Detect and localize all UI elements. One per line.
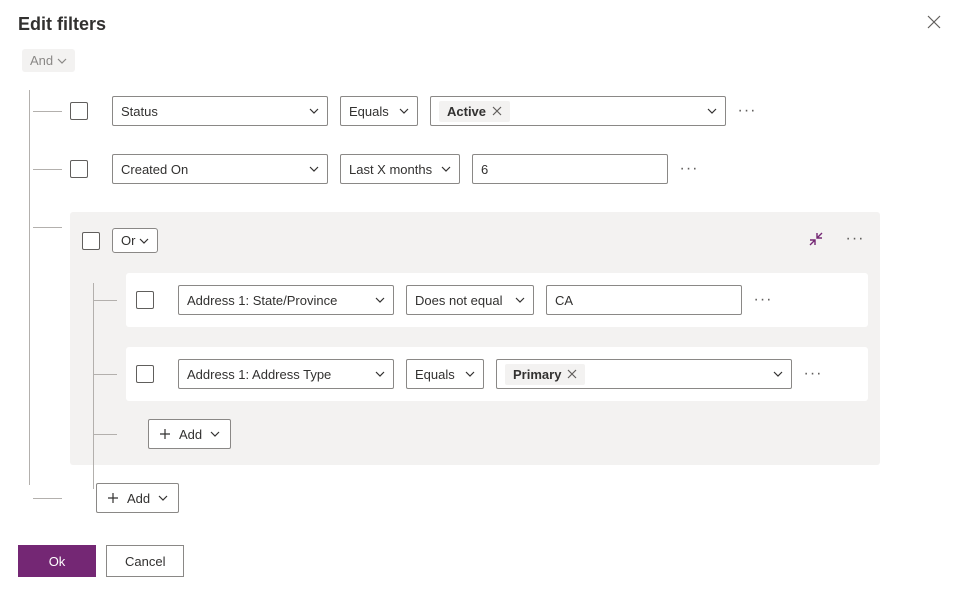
chevron-down-icon: [465, 369, 475, 379]
root-add-row: Add: [22, 483, 944, 513]
plus-icon: [159, 428, 171, 440]
ellipsis-icon: ···: [846, 231, 865, 247]
chip-remove-icon[interactable]: [567, 369, 577, 379]
field-dropdown[interactable]: Status: [112, 96, 328, 126]
tree-elbow: [93, 285, 123, 315]
group-or-label: Or: [121, 233, 135, 248]
ellipsis-icon: ···: [738, 103, 757, 119]
field-label: Created On: [121, 162, 188, 177]
chevron-down-icon: [441, 164, 451, 174]
dialog-title: Edit filters: [18, 14, 944, 35]
operator-dropdown[interactable]: Last X months: [340, 154, 460, 184]
operator-dropdown[interactable]: Equals: [406, 359, 484, 389]
field-label: Status: [121, 104, 158, 119]
collapse-icon[interactable]: [808, 231, 824, 247]
chip-remove-icon[interactable]: [492, 106, 502, 116]
value-text: CA: [555, 293, 573, 308]
field-dropdown[interactable]: Address 1: State/Province: [178, 285, 394, 315]
row-checkbox[interactable]: [136, 291, 154, 309]
ellipsis-icon: ···: [680, 161, 699, 177]
ellipsis-icon: ···: [754, 292, 773, 308]
chevron-down-icon: [707, 106, 717, 116]
chevron-down-icon: [399, 106, 409, 116]
group-rows: Address 1: State/Province Does not equal: [126, 273, 868, 449]
condition-row: Created On Last X months 6 ···: [22, 154, 944, 184]
root-add-label: Add: [127, 491, 150, 506]
chevron-down-icon: [309, 164, 319, 174]
group-more-menu[interactable]: ···: [842, 226, 868, 252]
row-checkbox[interactable]: [70, 160, 88, 178]
root-and-operator[interactable]: And: [22, 49, 75, 72]
operator-dropdown[interactable]: Equals: [340, 96, 418, 126]
value-chip: Primary: [505, 364, 585, 385]
row-more-menu[interactable]: ···: [800, 361, 826, 387]
row-more-menu[interactable]: ···: [750, 287, 776, 313]
cancel-button[interactable]: Cancel: [106, 545, 184, 577]
root-add-button[interactable]: Add: [96, 483, 179, 513]
chevron-down-icon: [210, 429, 220, 439]
value-chip-label: Primary: [513, 367, 561, 382]
ok-button[interactable]: Ok: [18, 545, 96, 577]
operator-label: Equals: [415, 367, 455, 382]
operator-dropdown[interactable]: Does not equal: [406, 285, 534, 315]
field-label: Address 1: State/Province: [187, 293, 337, 308]
or-group: Or ···: [70, 212, 880, 465]
ellipsis-icon: ···: [804, 366, 823, 382]
filter-tree: And Status Equals Active: [18, 49, 944, 513]
chevron-down-icon: [515, 295, 525, 305]
tree-elbow: [93, 359, 123, 389]
condition-row: Status Equals Active ···: [22, 96, 944, 126]
row-checkbox[interactable]: [136, 365, 154, 383]
group-add-button[interactable]: Add: [148, 419, 231, 449]
plus-icon: [107, 492, 119, 504]
condition-row: Address 1: Address Type Equals: [126, 347, 868, 401]
chevron-down-icon: [375, 295, 385, 305]
row-more-menu[interactable]: ···: [676, 156, 702, 182]
group-checkbox[interactable]: [82, 232, 100, 250]
field-label: Address 1: Address Type: [187, 367, 331, 382]
value-dropdown[interactable]: Active: [430, 96, 726, 126]
value-chip: Active: [439, 101, 510, 122]
value-chip-label: Active: [447, 104, 486, 119]
close-icon: [926, 18, 942, 33]
chevron-down-icon: [375, 369, 385, 379]
condition-group-row: Or ···: [22, 212, 944, 465]
value-text: 6: [481, 162, 488, 177]
operator-label: Does not equal: [415, 293, 502, 308]
field-dropdown[interactable]: Created On: [112, 154, 328, 184]
operator-label: Last X months: [349, 162, 432, 177]
chevron-down-icon: [57, 56, 67, 66]
close-button[interactable]: [926, 14, 942, 30]
row-more-menu[interactable]: ···: [734, 98, 760, 124]
chevron-down-icon: [158, 493, 168, 503]
dialog-footer: Ok Cancel: [18, 545, 184, 577]
group-add-label: Add: [179, 427, 202, 442]
tree-elbow: [93, 419, 123, 449]
tree-elbow: [22, 212, 62, 230]
tree-elbow: [22, 154, 62, 184]
group-or-operator[interactable]: Or: [112, 228, 158, 253]
row-checkbox[interactable]: [70, 102, 88, 120]
value-input[interactable]: CA: [546, 285, 742, 315]
operator-label: Equals: [349, 104, 389, 119]
group-header: Or: [82, 228, 868, 253]
chevron-down-icon: [773, 369, 783, 379]
condition-row: Address 1: State/Province Does not equal: [126, 273, 868, 327]
value-input[interactable]: 6: [472, 154, 668, 184]
tree-elbow: [22, 483, 62, 513]
root-and-label: And: [30, 53, 53, 68]
value-dropdown[interactable]: Primary: [496, 359, 792, 389]
tree-elbow: [22, 96, 62, 126]
chevron-down-icon: [139, 236, 149, 246]
field-dropdown[interactable]: Address 1: Address Type: [178, 359, 394, 389]
group-actions: ···: [808, 226, 868, 252]
chevron-down-icon: [309, 106, 319, 116]
